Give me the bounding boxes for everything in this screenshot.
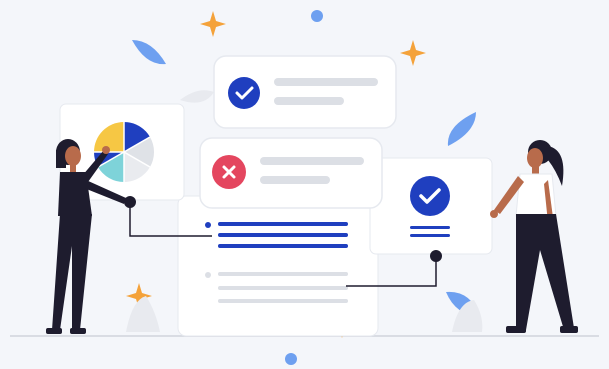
badge-card [369, 157, 493, 255]
list-line-gray [218, 272, 348, 276]
list-line-gray [218, 299, 348, 303]
decor-dot-top [311, 10, 323, 22]
leaf-icon [132, 40, 166, 65]
illustration-scene [0, 0, 609, 369]
connector-node [124, 196, 136, 208]
text-placeholder [274, 78, 378, 86]
badge-line [410, 226, 450, 229]
text-placeholder [274, 97, 344, 105]
list-line-blue [218, 222, 348, 226]
list-line-gray [218, 286, 348, 290]
text-placeholder [260, 157, 364, 165]
person-right [490, 140, 578, 333]
connector-node [430, 250, 442, 262]
document-card [177, 195, 379, 337]
bullet-dot [205, 222, 211, 228]
text-placeholder [260, 176, 330, 184]
plant-decor [180, 90, 214, 103]
rejected-card [199, 137, 383, 209]
approved-card [213, 55, 397, 129]
badge-line [410, 234, 450, 237]
sparkle-icon [200, 11, 226, 37]
bullet-dot [205, 272, 211, 278]
leaf-icon [447, 112, 476, 146]
decor-dot-bottom [285, 353, 297, 365]
list-line-blue [218, 244, 348, 248]
check-icon [228, 77, 260, 109]
check-icon [410, 176, 450, 216]
plant-decor [126, 296, 160, 332]
list-line-blue [218, 233, 348, 237]
sparkle-icon [400, 40, 426, 66]
illustration-canvas [10, 10, 599, 365]
